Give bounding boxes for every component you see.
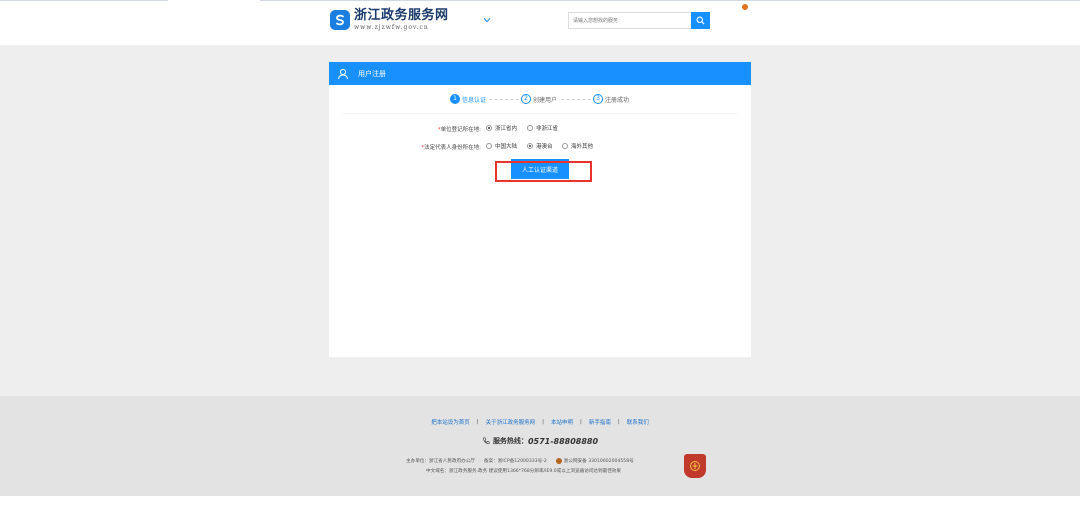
radio-dot [486, 143, 492, 149]
host-unit: 主办单位：浙江省人民政府办公厅 [406, 459, 475, 464]
police-record[interactable]: 浙公网安备 33010602004558号 [564, 458, 634, 464]
manual-verification-button[interactable]: 人工认证渠道 [511, 159, 569, 179]
divider [343, 113, 737, 114]
radio-dot [527, 143, 533, 149]
step-1: 1 信息认证 [450, 94, 486, 104]
step-2-label: 创建用户 [533, 96, 558, 104]
footer-domain-line: 中文域名：浙江政务服务.政务 建议使用1366*768分辨率/IE9.0或以上浏… [426, 469, 621, 474]
gov-site-badge-icon[interactable] [684, 454, 706, 478]
step-3-number: 3 [593, 94, 603, 104]
link-separator: | [476, 419, 479, 425]
card-header: 用户注册 [329, 62, 751, 85]
footer-info-line: 主办单位：浙江省人民政府办公厅 备案：浙ICP备12000333号-2 浙公网安… [406, 458, 634, 464]
site-logo[interactable]: 浙江政务服务网 www.zjzwfw.gov.cn [330, 9, 449, 31]
footer-link-statement[interactable]: 本站申明 [551, 418, 573, 426]
user-icon [338, 68, 348, 79]
bottom-strip [0, 496, 1080, 531]
police-badge-icon [555, 458, 562, 464]
link-separator: | [542, 419, 544, 425]
radio-dot [527, 125, 533, 131]
link-separator: | [617, 419, 620, 425]
footer-link-about[interactable]: 关于浙江政务服务网 [486, 418, 536, 426]
radio-zhejiang-inside[interactable]: 浙江省内 [486, 124, 517, 132]
footer-link-guide[interactable]: 新手指南 [589, 418, 611, 426]
step-2-number: 2 [521, 94, 531, 104]
radio-hk-macao-taiwan[interactable]: 港澳台 [527, 142, 553, 150]
step-1-label: 信息认证 [462, 96, 487, 104]
radio-outside-zhejiang[interactable]: 非浙江省 [527, 124, 558, 132]
logo-url: www.zjzwfw.gov.cn [354, 24, 429, 31]
form-row-unit-location: *单位登记所在地: 浙江省内 非浙江省 [329, 124, 751, 134]
form-row-legal-rep-location: *法定代表人身份所在地: 中国大陆 港澳台 海外其他 [329, 142, 751, 152]
hotline-label: 服务热线： [492, 437, 528, 445]
radio-dot [562, 143, 568, 149]
search-input[interactable] [568, 12, 691, 29]
step-3-label: 注册成功 [605, 96, 630, 104]
step-3: 3 注册成功 [593, 94, 629, 104]
radio-overseas-other[interactable]: 海外其他 [562, 142, 593, 150]
icp-record[interactable]: 备案：浙ICP备12000333号-2 [484, 458, 547, 464]
step-connector [561, 99, 591, 100]
link-separator: | [580, 419, 582, 425]
radio-dot [486, 125, 492, 131]
service-hotline: 服务热线： 0571-88808880 [0, 436, 1080, 446]
step-indicator: 1 信息认证 2 创建用户 3 注册成功 [329, 94, 751, 106]
chevron-down-icon[interactable] [482, 15, 492, 25]
card-title: 用户注册 [358, 69, 386, 78]
radio-mainland-china[interactable]: 中国大陆 [486, 142, 517, 150]
site-footer: 把本站设为首页 | 关于浙江政务服务网 | 本站申明 | 新手指南 | 联系我们… [0, 396, 1080, 496]
registration-card: 用户注册 1 信息认证 2 创建用户 3 注册成功 *单位登记所在地: 浙江省内… [329, 62, 751, 357]
phone-icon [483, 437, 490, 444]
search-button[interactable] [691, 12, 710, 29]
unit-location-label: *单位登记所在地: [437, 127, 481, 133]
footer-link-contact[interactable]: 联系我们 [627, 418, 649, 426]
logo-icon [330, 10, 350, 30]
national-emblem-icon [742, 4, 748, 10]
search-icon [696, 16, 705, 25]
step-connector [489, 99, 519, 100]
step-2: 2 创建用户 [521, 94, 557, 104]
step-1-number: 1 [450, 94, 460, 104]
footer-link-set-homepage[interactable]: 把本站设为首页 [431, 418, 470, 426]
footer-links: 把本站设为首页 | 关于浙江政务服务网 | 本站申明 | 新手指南 | 联系我们 [0, 418, 1080, 426]
legal-rep-location-label: *法定代表人身份所在地: [421, 145, 481, 151]
hotline-number: 0571-88808880 [527, 436, 599, 446]
logo-title: 浙江政务服务网 [354, 8, 449, 23]
site-header: 浙江政务服务网 www.zjzwfw.gov.cn [0, 1, 1080, 45]
